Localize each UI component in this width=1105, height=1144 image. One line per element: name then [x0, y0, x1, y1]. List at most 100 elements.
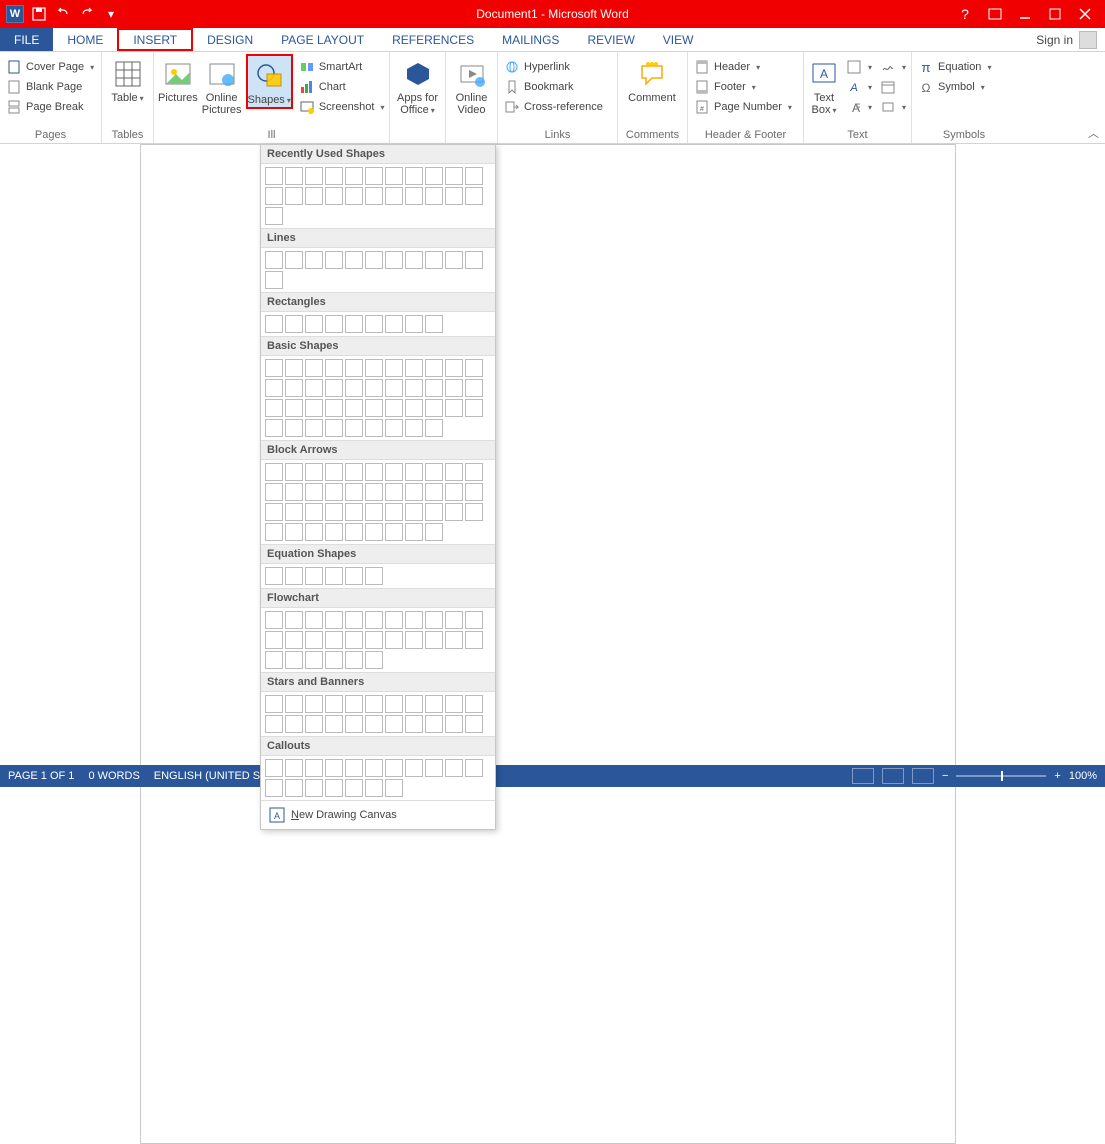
shape-item[interactable] — [325, 359, 343, 377]
shape-item[interactable] — [425, 187, 443, 205]
shape-item[interactable] — [305, 187, 323, 205]
shape-item[interactable] — [305, 379, 323, 397]
shape-item[interactable] — [345, 651, 363, 669]
shape-item[interactable] — [345, 715, 363, 733]
shape-item[interactable] — [425, 399, 443, 417]
shape-item[interactable] — [365, 715, 383, 733]
drop-cap-button[interactable]: A — [844, 98, 874, 116]
save-icon[interactable] — [30, 5, 48, 23]
screenshot-button[interactable]: Screenshot — [297, 98, 387, 116]
shape-item[interactable] — [365, 187, 383, 205]
shape-item[interactable] — [285, 167, 303, 185]
qat-customize-icon[interactable]: ▾ — [102, 5, 120, 23]
shape-item[interactable] — [365, 567, 383, 585]
shape-item[interactable] — [465, 483, 483, 501]
shape-item[interactable] — [385, 715, 403, 733]
shape-item[interactable] — [265, 419, 283, 437]
shape-item[interactable] — [405, 503, 423, 521]
shape-item[interactable] — [265, 779, 283, 797]
shape-item[interactable] — [345, 359, 363, 377]
shape-item[interactable] — [445, 463, 463, 481]
shape-item[interactable] — [465, 167, 483, 185]
shape-item[interactable] — [425, 359, 443, 377]
shape-item[interactable] — [285, 399, 303, 417]
shape-item[interactable] — [325, 379, 343, 397]
new-drawing-canvas-item[interactable]: A New Drawing Canvas — [261, 800, 495, 829]
shape-item[interactable] — [465, 715, 483, 733]
shape-item[interactable] — [425, 631, 443, 649]
shape-item[interactable] — [265, 463, 283, 481]
shape-item[interactable] — [365, 611, 383, 629]
shape-item[interactable] — [465, 695, 483, 713]
shape-item[interactable] — [445, 167, 463, 185]
shape-item[interactable] — [325, 187, 343, 205]
zoom-slider[interactable] — [956, 775, 1046, 777]
shape-item[interactable] — [265, 483, 283, 501]
shape-item[interactable] — [285, 463, 303, 481]
collapse-ribbon-icon[interactable]: ︿ — [1088, 125, 1099, 141]
minimize-icon[interactable] — [1011, 3, 1039, 25]
shape-item[interactable] — [385, 759, 403, 777]
quick-parts-button[interactable] — [844, 58, 874, 76]
shape-item[interactable] — [325, 651, 343, 669]
print-layout-icon[interactable] — [882, 768, 904, 784]
shape-item[interactable] — [305, 503, 323, 521]
shape-item[interactable] — [445, 715, 463, 733]
shape-item[interactable] — [265, 611, 283, 629]
tab-page-layout[interactable]: PAGE LAYOUT — [267, 28, 378, 51]
shape-item[interactable] — [265, 167, 283, 185]
shape-item[interactable] — [325, 715, 343, 733]
shape-item[interactable] — [445, 503, 463, 521]
shape-item[interactable] — [265, 207, 283, 225]
shape-item[interactable] — [425, 611, 443, 629]
zoom-level[interactable]: 100% — [1069, 770, 1097, 782]
shape-item[interactable] — [325, 463, 343, 481]
shape-item[interactable] — [305, 167, 323, 185]
tab-view[interactable]: VIEW — [649, 28, 708, 51]
shape-item[interactable] — [405, 611, 423, 629]
shape-item[interactable] — [285, 379, 303, 397]
shape-item[interactable] — [425, 503, 443, 521]
shape-item[interactable] — [365, 167, 383, 185]
apps-for-office-button[interactable]: Apps forOffice — [394, 54, 441, 117]
shape-item[interactable] — [325, 779, 343, 797]
shape-item[interactable] — [285, 631, 303, 649]
online-pictures-button[interactable]: OnlinePictures — [202, 54, 242, 116]
shape-item[interactable] — [385, 631, 403, 649]
shape-item[interactable] — [305, 715, 323, 733]
shape-item[interactable] — [465, 379, 483, 397]
tab-references[interactable]: REFERENCES — [378, 28, 488, 51]
shape-item[interactable] — [445, 483, 463, 501]
shape-item[interactable] — [325, 251, 343, 269]
shape-item[interactable] — [385, 315, 403, 333]
shape-item[interactable] — [285, 251, 303, 269]
shape-item[interactable] — [345, 399, 363, 417]
shape-item[interactable] — [385, 187, 403, 205]
web-layout-icon[interactable] — [912, 768, 934, 784]
shape-item[interactable] — [345, 523, 363, 541]
shape-item[interactable] — [265, 187, 283, 205]
shape-item[interactable] — [285, 651, 303, 669]
shape-item[interactable] — [445, 359, 463, 377]
shape-item[interactable] — [385, 523, 403, 541]
shape-item[interactable] — [345, 631, 363, 649]
shape-item[interactable] — [405, 251, 423, 269]
redo-icon[interactable] — [78, 5, 96, 23]
shape-item[interactable] — [305, 631, 323, 649]
shape-item[interactable] — [345, 251, 363, 269]
shape-item[interactable] — [385, 483, 403, 501]
shape-item[interactable] — [285, 759, 303, 777]
shape-item[interactable] — [265, 359, 283, 377]
shape-item[interactable] — [365, 483, 383, 501]
shape-item[interactable] — [325, 167, 343, 185]
shape-item[interactable] — [285, 611, 303, 629]
zoom-out-icon[interactable]: − — [942, 770, 948, 782]
shape-item[interactable] — [445, 379, 463, 397]
shape-item[interactable] — [365, 523, 383, 541]
read-mode-icon[interactable] — [852, 768, 874, 784]
shape-item[interactable] — [285, 419, 303, 437]
shape-item[interactable] — [425, 759, 443, 777]
shape-item[interactable] — [265, 651, 283, 669]
maximize-icon[interactable] — [1041, 3, 1069, 25]
shape-item[interactable] — [325, 567, 343, 585]
